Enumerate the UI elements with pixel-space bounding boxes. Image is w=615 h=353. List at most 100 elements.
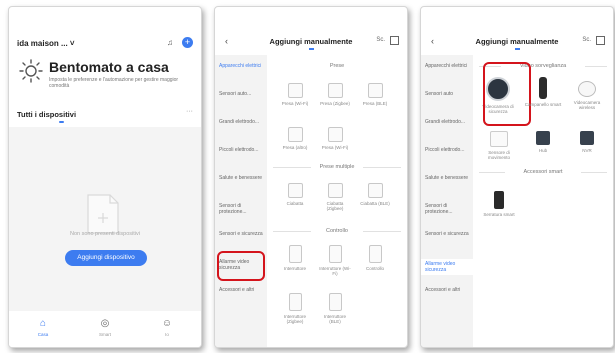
- device-label: Presa (Zigbee): [320, 101, 350, 106]
- home-selector[interactable]: ida maison ... ˅: [17, 39, 75, 48]
- divider: [363, 231, 401, 232]
- add-icon[interactable]: +: [182, 37, 193, 48]
- sidebar-item[interactable]: Piccoli elettrodo...: [425, 147, 469, 153]
- nav-bar: ‹ Aggiungi manualmente Sc.: [421, 34, 613, 52]
- device-label: Sensore di movimento: [487, 150, 510, 160]
- welcome-subtitle: Imposta le preferenze e l'automazione pe…: [49, 77, 179, 89]
- smart-lock-icon: [494, 191, 504, 209]
- sidebar-item[interactable]: Sensori e sicurezza: [425, 231, 469, 237]
- tab-bar: ⌂ Casa ◎ Smart ☺ Io: [9, 311, 201, 347]
- section-title: Controllo: [325, 228, 348, 234]
- scan-tab[interactable]: Sc.: [376, 37, 385, 43]
- add-device-button[interactable]: Aggiungi dispositivo: [65, 250, 147, 266]
- device-label: Ciabatta (BLE): [360, 201, 390, 206]
- nvr-icon: [580, 131, 594, 145]
- sidebar-item[interactable]: Grandi elettrodo...: [219, 119, 263, 125]
- sidebar-item-electrical[interactable]: Apparecchi elettrici: [219, 63, 263, 69]
- category-sidebar: Apparecchi elettrici Sensori auto Grandi…: [421, 55, 473, 347]
- screen-add-manually-plugs: ‹ Aggiungi manualmente Sc. Apparecchi el…: [214, 6, 408, 348]
- scan-icon[interactable]: [596, 36, 605, 45]
- sidebar-item[interactable]: Piccoli elettrodo...: [219, 147, 263, 153]
- device-label: Serratura smart: [483, 212, 515, 217]
- mic-icon[interactable]: ♫: [165, 38, 175, 48]
- no-devices-text: Non sono presenti dispositivi: [69, 231, 140, 237]
- device-item[interactable]: Presa (altro): [279, 127, 311, 150]
- device-label: Ciabatta (Zigbee): [326, 201, 344, 211]
- device-label: Campanello smart: [524, 102, 562, 107]
- device-item[interactable]: Interruttore (Wi-Fi): [319, 245, 351, 276]
- device-item[interactable]: NVR: [567, 131, 607, 153]
- device-label: Interruttore (Wi-Fi): [319, 266, 351, 276]
- section-title: Prese: [329, 63, 345, 69]
- highlight-video-security: [217, 251, 265, 281]
- device-label: Presa (altro): [282, 145, 308, 150]
- tab-underline: [59, 121, 64, 123]
- doorbell-icon: [539, 77, 547, 99]
- device-item[interactable]: Serratura smart: [479, 191, 519, 217]
- tab-all-devices[interactable]: Tutti i dispositivi: [17, 110, 76, 119]
- tab-label: Smart: [98, 332, 111, 337]
- device-item[interactable]: Presa (Zigbee): [319, 83, 351, 106]
- more-icon[interactable]: ···: [186, 108, 193, 115]
- tab-home[interactable]: ⌂ Casa: [23, 318, 63, 337]
- divider: [363, 167, 401, 168]
- sidebar-item[interactable]: Accessori e altri: [425, 287, 469, 293]
- divider: [585, 66, 607, 67]
- sidebar-item[interactable]: Sensori di protezione...: [425, 203, 469, 215]
- divider: [273, 167, 311, 168]
- sidebar-item[interactable]: Sensori e sicurezza: [219, 231, 263, 237]
- device-label: NVR: [582, 148, 592, 153]
- scan-icon[interactable]: [390, 36, 399, 45]
- device-item[interactable]: Presa (Wi-Fi): [279, 83, 311, 106]
- sidebar-item[interactable]: Salute e benessere: [219, 175, 263, 181]
- device-item[interactable]: Interruttore: [279, 245, 311, 271]
- devices-area: [9, 127, 201, 312]
- wireless-camera-icon: [578, 81, 596, 97]
- scan-tab[interactable]: Sc.: [582, 37, 591, 43]
- sidebar-item[interactable]: Sensori auto: [425, 91, 469, 97]
- device-item[interactable]: Interruttore (Zigbee): [279, 293, 311, 324]
- device-item[interactable]: Videocamera wireless: [567, 77, 607, 110]
- sidebar-item-video-security[interactable]: Allarme video sicurezza: [421, 259, 473, 275]
- sidebar-item[interactable]: Sensori auto...: [219, 91, 263, 97]
- device-item[interactable]: Presa (BLE): [359, 83, 391, 106]
- title-underline: [309, 48, 314, 50]
- screen-add-manually-cameras: ‹ Aggiungi manualmente Sc. Apparecchi el…: [420, 6, 614, 348]
- device-item[interactable]: Presa (Wi-Fi): [319, 127, 351, 150]
- device-item[interactable]: Ciabatta: [279, 183, 311, 206]
- title-underline: [515, 48, 520, 50]
- sidebar-item[interactable]: Salute e benessere: [425, 175, 469, 181]
- divider: [273, 231, 311, 232]
- divider: [479, 172, 505, 173]
- home-icon: ⌂: [39, 318, 47, 329]
- tab-me[interactable]: ☺ Io: [147, 318, 187, 337]
- tab-smart[interactable]: ◎ Smart: [85, 318, 125, 337]
- device-item[interactable]: Sensore di movimento: [479, 131, 519, 160]
- device-label: Presa (BLE): [362, 101, 388, 106]
- device-label: Controllo: [365, 266, 384, 271]
- section-title: Prese multiple: [319, 164, 355, 170]
- device-item[interactable]: Controllo: [359, 245, 391, 271]
- device-label: Hub: [538, 148, 548, 153]
- device-item[interactable]: Hub: [523, 131, 563, 153]
- sidebar-item[interactable]: Sensori di protezione...: [219, 203, 263, 215]
- device-label: Interruttore (Zigbee): [283, 314, 306, 324]
- device-item[interactable]: Ciabatta (BLE): [359, 183, 391, 206]
- category-sidebar: Apparecchi elettrici Sensori auto... Gra…: [215, 55, 267, 347]
- profile-icon: ☺: [161, 318, 173, 329]
- sidebar-item[interactable]: Apparecchi elettrici: [425, 63, 469, 69]
- device-label: Ciabatta: [286, 201, 304, 206]
- sun-icon: [19, 59, 43, 83]
- device-item[interactable]: Interruttore (BLE): [319, 293, 351, 324]
- screen-home: ida maison ... ˅ ♫ + Bentomato a casa Im…: [8, 6, 202, 348]
- sidebar-item[interactable]: Accessori e altri: [219, 287, 263, 293]
- device-item[interactable]: Ciabatta (Zigbee): [319, 183, 351, 211]
- device-item[interactable]: Campanello smart: [523, 77, 563, 107]
- divider: [581, 172, 607, 173]
- device-label: Interruttore (BLE): [323, 314, 346, 324]
- home-header: ida maison ... ˅ ♫ +: [17, 37, 193, 55]
- sidebar-item[interactable]: Grandi elettrodo...: [425, 119, 469, 125]
- sensor-icon: [490, 131, 508, 147]
- device-label: Presa (Wi-Fi): [321, 145, 349, 150]
- nav-bar: ‹ Aggiungi manualmente Sc.: [215, 34, 407, 52]
